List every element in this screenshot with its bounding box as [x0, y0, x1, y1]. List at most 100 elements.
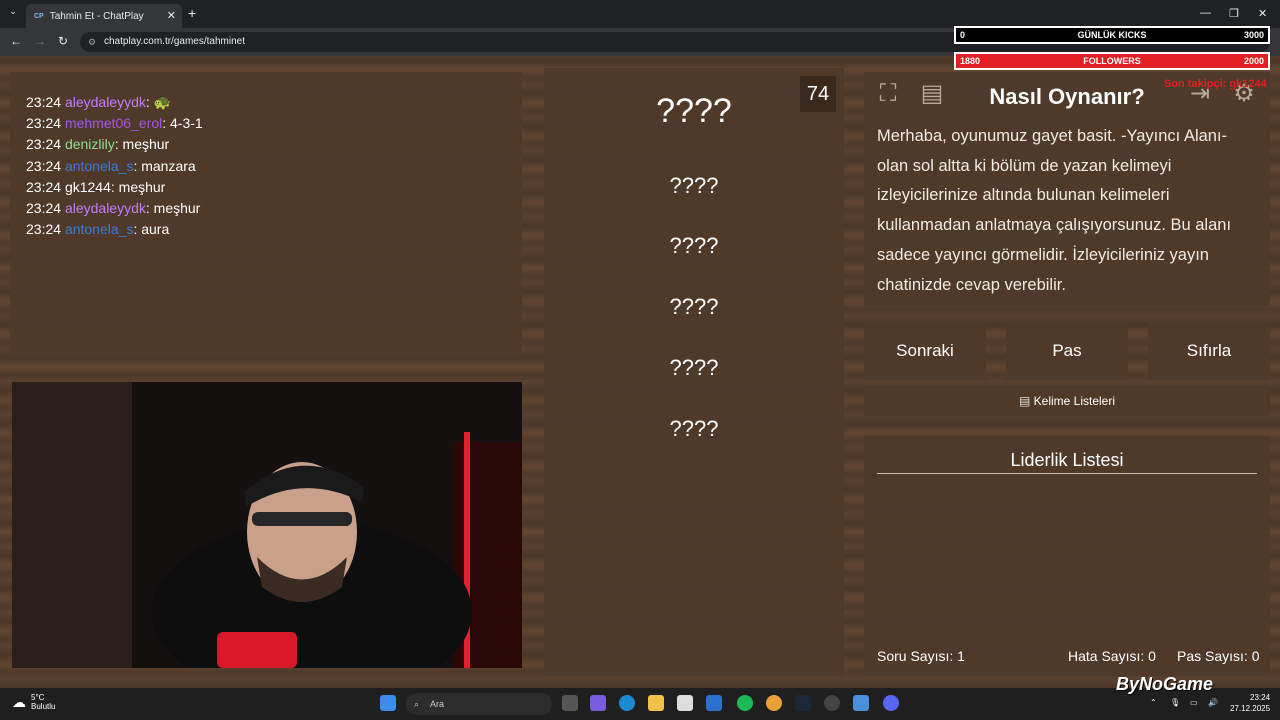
how-to-play-text: Merhaba, oyunumuz gayet basit. -Yayıncı …	[877, 127, 1232, 294]
kicks-goal-bar: 0 GÜNLÜK KICKS 3000	[954, 26, 1270, 44]
taskbar: ☁ 5°C Bulutlu ⌕ Ara ⌃ 🎙 ▭ 🔊 23:24 27.12.…	[0, 688, 1280, 720]
chat-username[interactable]: gk1244	[65, 179, 111, 195]
chat-separator: :	[162, 115, 170, 132]
forward-icon[interactable]: →	[34, 34, 46, 48]
chat-username[interactable]: antonela_s	[65, 221, 134, 237]
search-icon: ⌕	[414, 699, 420, 709]
chat-time: 23:24	[26, 221, 62, 238]
url-text: chatplay.com.tr/games/tahminet	[104, 36, 245, 47]
windows-start-icon[interactable]	[380, 695, 396, 711]
reset-button[interactable]: Sıfırla	[1148, 322, 1270, 380]
chat-separator: :	[145, 200, 154, 216]
followers-goal-bar: 1880 FOLLOWERS 2000	[954, 52, 1270, 70]
webcam-feed	[12, 382, 522, 668]
tab-list-icon[interactable]: ⌄	[6, 6, 20, 20]
chat-separator: :	[145, 94, 154, 110]
chat-time: 23:24	[26, 115, 62, 132]
chat-username[interactable]: denizlily	[65, 136, 115, 152]
forbidden-word: ????	[669, 355, 719, 380]
chat-time: 23:24	[26, 178, 62, 195]
browser-tab[interactable]: CP Tahmin Et - ChatPlay ✕	[26, 4, 182, 28]
pass-button[interactable]: Pas	[1006, 322, 1128, 380]
browser-tabbar: ⌄ CP Tahmin Et - ChatPlay ✕ + — ❐ ✕	[0, 0, 1280, 28]
kicks-label: GÜNLÜK KICKS	[1077, 30, 1147, 40]
chat-text: 4-3-1	[170, 115, 203, 132]
chat-message: 23:24 aleydaleyydk: meşhur	[26, 200, 200, 216]
question-count: Soru Sayısı: 1	[877, 648, 965, 664]
mail-icon[interactable]	[706, 695, 722, 711]
copilot-icon[interactable]	[590, 695, 606, 711]
list-icon: ▤	[1018, 394, 1031, 408]
chat-text: aura	[141, 221, 170, 238]
restore-icon[interactable]: ❐	[1229, 7, 1239, 20]
forbidden-word: ????	[669, 416, 719, 441]
reload-icon[interactable]: ↻	[58, 34, 68, 48]
chat-message: 23:24 gk1244: meşhur	[26, 179, 165, 195]
leaderboard-title: Liderlik Listesi	[1010, 450, 1124, 470]
chat-separator: :	[114, 136, 123, 153]
close-window-icon[interactable]: ✕	[1258, 7, 1267, 20]
forbidden-word: ????	[669, 294, 719, 319]
chat-text: meşhur	[118, 178, 166, 195]
clock-time: 23:24	[1250, 693, 1271, 702]
search-placeholder: Ara	[430, 699, 445, 709]
tab-title: Tahmin Et - ChatPlay	[49, 10, 144, 22]
chat-text: meşhur	[122, 136, 170, 153]
error-count: Hata Sayısı: 0	[1068, 648, 1156, 664]
followers-label: FOLLOWERS	[1083, 56, 1141, 66]
chat-username[interactable]: mehmet06_erol	[65, 115, 162, 131]
chevron-up-icon[interactable]: ⌃	[1150, 698, 1157, 707]
clock-date: 27.12.2025	[1230, 704, 1271, 713]
countdown-timer: 74	[800, 76, 836, 112]
chat-separator: :	[110, 178, 119, 195]
new-tab-icon[interactable]: +	[188, 5, 196, 21]
word-lists-label: Kelime Listeleri	[1033, 394, 1116, 408]
back-icon[interactable]: ←	[10, 34, 22, 48]
task-view-icon[interactable]	[562, 695, 578, 711]
how-to-play-panel: ⛶ ▤ Nasıl Oynanır? ⇥ ⚙ Merhaba, oyunumuz…	[864, 72, 1270, 306]
chat-message: 23:24 denizlily: meşhur	[26, 136, 169, 152]
system-clock[interactable]: 23:24 27.12.2025	[1230, 692, 1270, 714]
chat-text: manzara	[141, 157, 196, 174]
site-info-icon[interactable]: ⚙	[88, 32, 96, 52]
word-panel: ???? ???? ???? ???? ???? ????	[544, 68, 844, 676]
chat-message: 23:24 aleydaleyydk: 🐢	[26, 94, 171, 111]
edge-icon[interactable]	[619, 695, 635, 711]
store-icon[interactable]	[677, 695, 693, 711]
chat-username[interactable]: aleydaleyydk	[65, 200, 146, 216]
minimize-icon[interactable]: —	[1200, 7, 1211, 19]
microphone-icon[interactable]: 🎙	[1170, 698, 1180, 707]
next-button[interactable]: Sonraki	[864, 322, 986, 380]
spotify-icon[interactable]	[737, 695, 753, 711]
chat-message: 23:24 antonela_s: manzara	[26, 158, 196, 174]
chat-time: 23:24	[26, 200, 62, 216]
discord-icon[interactable]	[883, 695, 899, 711]
close-tab-icon[interactable]: ✕	[167, 9, 176, 22]
word-lists-button[interactable]: ▤ Kelime Listeleri	[864, 386, 1270, 416]
file-explorer-icon[interactable]	[648, 695, 664, 711]
chat-username[interactable]: antonela_s	[65, 158, 134, 174]
last-follower-text: Son takipçi: gk1244	[1164, 78, 1267, 90]
chat-panel: 23:24 aleydaleyydk: 🐢 23:24 mehmet06_erol…	[10, 72, 522, 358]
app-icon[interactable]	[824, 695, 840, 711]
streamer-image	[12, 382, 522, 668]
weather-temp: 5°C	[31, 693, 45, 702]
chat-text: meşhur	[153, 200, 201, 216]
leaderboard-divider	[877, 473, 1257, 474]
main-word: ????	[656, 92, 732, 130]
weather-widget[interactable]: ☁ 5°C Bulutlu	[12, 693, 55, 711]
network-icon[interactable]: ▭	[1190, 698, 1198, 707]
steam-icon[interactable]	[795, 695, 811, 711]
favicon-icon: CP	[34, 12, 44, 20]
brand-logo: ByNoGame	[1116, 674, 1214, 694]
chrome-icon[interactable]	[766, 695, 782, 711]
volume-icon[interactable]: 🔊	[1208, 698, 1218, 707]
forbidden-word: ????	[669, 233, 719, 258]
cloud-icon: ☁	[12, 693, 26, 710]
forbidden-word: ????	[669, 173, 719, 198]
app-icon[interactable]	[853, 695, 869, 711]
chat-username[interactable]: aleydaleyydk	[65, 94, 146, 110]
chat-time: 23:24	[26, 94, 62, 110]
chat-text: 🐢	[153, 94, 172, 110]
taskbar-search[interactable]: ⌕ Ara	[406, 693, 552, 715]
